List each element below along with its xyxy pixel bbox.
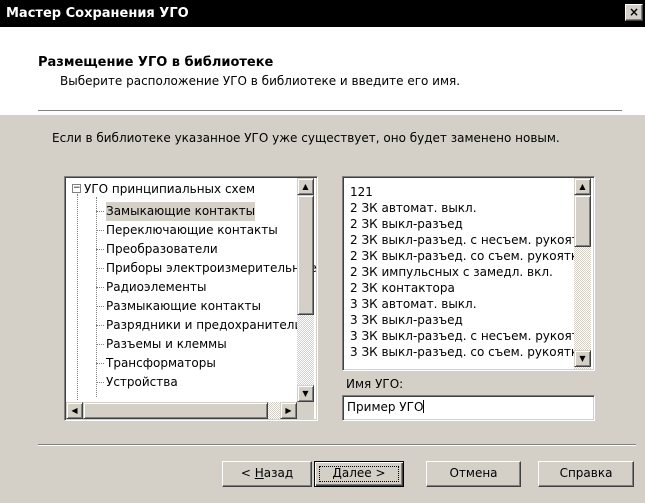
tree-branch — [96, 363, 104, 364]
tree-item-preobrazovateli[interactable]: Преобразователи — [106, 240, 218, 259]
list-item[interactable]: 2 ЗК импульсных с замедл. вкл. — [350, 264, 553, 280]
list-item[interactable]: 2 ЗК автомат. выкл. — [350, 200, 477, 216]
scroll-corner — [297, 402, 314, 419]
tree-scroll-down-button[interactable]: ▼ — [297, 385, 314, 402]
tree-scroll-right-button[interactable]: ▶ — [280, 402, 297, 419]
tree-item-razmykayushchie[interactable]: Размыкающие контакты — [106, 297, 261, 316]
tree-item-pereklyuchayushchie[interactable]: Переключающие контакты — [106, 221, 278, 240]
arrow-up-icon: ▲ — [302, 182, 309, 191]
tree-item-transformatory[interactable]: Трансформаторы — [106, 354, 216, 373]
list-item[interactable]: 3 ЗК автомат. выкл. — [350, 296, 477, 312]
tree-branch — [96, 268, 104, 269]
info-text: Если в библиотеке указанное УГО уже суще… — [52, 131, 560, 145]
ugo-name-input[interactable]: Пример УГО — [342, 395, 595, 421]
arrow-right-icon: ▶ — [285, 406, 292, 415]
tree-hscroll-thumb[interactable] — [83, 402, 268, 419]
tree-branch — [96, 287, 104, 288]
footer-divider — [38, 444, 636, 446]
tree-root-item[interactable]: УГО принципиальных схем — [84, 180, 255, 199]
close-icon: × — [628, 5, 640, 19]
tree-branch — [96, 382, 104, 383]
cancel-button-label: Отмена — [449, 466, 498, 480]
tree-line — [96, 197, 97, 397]
focus-ring — [319, 466, 399, 482]
help-button[interactable]: Справка — [538, 461, 634, 487]
list-item[interactable]: 3 ЗК выкл-разъед. с несъем. рукоятк — [350, 328, 586, 344]
list-item[interactable]: 121 — [350, 184, 373, 200]
arrow-up-icon: ▲ — [579, 182, 586, 191]
list-item[interactable]: 3 ЗК выкл-разъед. со съем. рукоятк — [350, 344, 578, 360]
list-item[interactable]: 2 ЗК контактора — [350, 280, 455, 296]
tree-branch — [96, 344, 104, 345]
list-item[interactable]: 2 ЗК выкл-разъед. с несъем. рукоятк — [350, 232, 586, 248]
arrow-down-icon: ▼ — [579, 354, 586, 363]
list-item[interactable]: 2 ЗК выкл-разъед — [350, 216, 463, 232]
tree-item-razemy[interactable]: Разъемы и клеммы — [106, 335, 227, 354]
ugo-name-value: Пример УГО — [347, 400, 424, 414]
tree-line — [77, 194, 78, 400]
title-bar: Мастер Сохранения УГО × — [0, 0, 645, 27]
back-button-prefix: < — [240, 466, 255, 480]
tree-item-radioelementy[interactable]: Радиоэлементы — [106, 278, 206, 297]
back-button-rest: азад — [263, 466, 294, 480]
tree-vscroll-thumb[interactable] — [297, 195, 314, 315]
help-button-label: Справка — [559, 466, 613, 480]
tree-item-pribory[interactable]: Приборы электроизмерительные — [106, 259, 317, 278]
cancel-button[interactable]: Отмена — [426, 461, 521, 487]
arrow-down-icon: ▼ — [302, 389, 309, 398]
next-button[interactable]: Далее > — [314, 461, 404, 487]
tree-branch — [96, 230, 104, 231]
tree-branch — [96, 249, 104, 250]
tree-item-razryadniki[interactable]: Разрядники и предохранители — [106, 316, 302, 335]
tree-item-zamykayushchie[interactable]: Замыкающие контакты — [106, 202, 256, 221]
tree-scroll-up-button[interactable]: ▲ — [297, 178, 314, 195]
list-vscroll-thumb[interactable] — [574, 195, 591, 247]
tree-collapse-icon[interactable]: − — [72, 184, 81, 193]
header-divider — [38, 110, 622, 112]
back-button[interactable]: < Назад — [222, 461, 312, 487]
tree-scroll-left-button[interactable]: ◀ — [66, 402, 83, 419]
tree-branch — [96, 211, 104, 212]
arrow-left-icon: ◀ — [71, 406, 78, 415]
ugo-name-label: Имя УГО: — [346, 377, 404, 391]
list-scroll-down-button[interactable]: ▼ — [574, 350, 591, 367]
list-overflow-mask — [595, 176, 635, 371]
page-subtitle: Выберите расположение УГО в библиотеке и… — [60, 74, 461, 88]
list-scroll-up-button[interactable]: ▲ — [574, 178, 591, 195]
tree-item-ustroystva[interactable]: Устройства — [106, 373, 178, 392]
list-item[interactable]: 2 ЗК выкл-разъед. со съем. рукоятк — [350, 248, 578, 264]
back-button-mnemonic: Н — [254, 466, 264, 480]
wizard-header — [0, 27, 645, 115]
list-item[interactable]: 3 ЗК выкл-разъед — [350, 312, 463, 328]
tree-branch — [96, 325, 104, 326]
window-title: Мастер Сохранения УГО — [6, 6, 189, 21]
close-button[interactable]: × — [625, 4, 643, 21]
page-title: Размещение УГО в библиотеке — [38, 55, 274, 70]
text-caret — [423, 400, 425, 413]
tree-branch — [96, 306, 104, 307]
